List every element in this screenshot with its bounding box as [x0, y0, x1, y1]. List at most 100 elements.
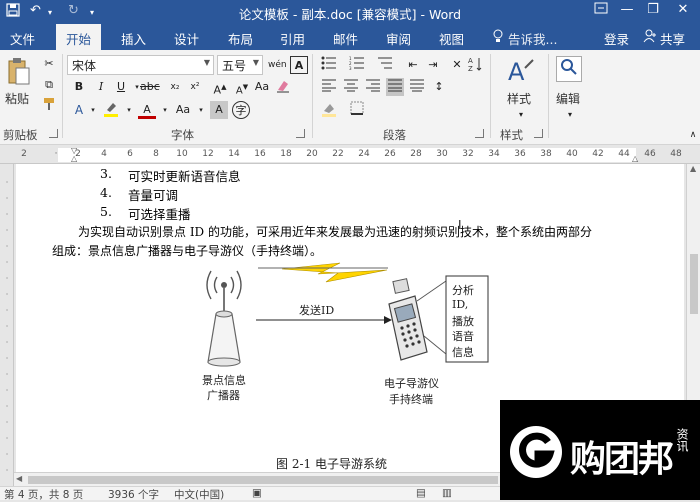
grow-font-icon[interactable]: A▲ — [211, 78, 229, 97]
distributed-icon[interactable] — [408, 78, 426, 96]
macro-icon[interactable]: ▣ — [252, 487, 262, 499]
share-button[interactable]: 共享 — [660, 29, 685, 48]
scroll-thumb[interactable] — [28, 476, 498, 484]
paragraph-launcher-icon[interactable] — [475, 129, 484, 138]
decrease-indent-icon[interactable]: ⇤ — [404, 56, 422, 74]
subscript-icon[interactable]: x₂ — [166, 78, 184, 96]
font-name-combo[interactable]: 宋体 ▼ — [67, 55, 214, 75]
align-right-icon[interactable] — [364, 78, 382, 96]
ribbon-display-icon[interactable] — [588, 2, 614, 22]
horizontal-ruler[interactable]: 2 · 2 4 6 8 10 12 14 16 18 20 22 24 26 2… — [0, 146, 700, 164]
font-color-icon[interactable]: A — [138, 101, 156, 119]
text-effects-dropdown-icon[interactable]: ▾ — [84, 101, 102, 119]
highlight-dropdown-icon[interactable]: ▾ — [120, 101, 138, 119]
group-divider — [548, 54, 549, 138]
ruler-tick: 30 — [436, 149, 448, 159]
right-indent-icon[interactable]: △ — [632, 154, 638, 163]
numbering-icon[interactable]: 123 — [348, 56, 366, 74]
clipboard-group-label: 剪贴板 — [3, 128, 38, 142]
ruler-tick: 32 — [462, 149, 474, 159]
tab-home[interactable]: 开始 — [56, 24, 102, 50]
scroll-up-icon[interactable]: ▲ — [690, 164, 696, 173]
read-mode-icon[interactable]: ▤ — [416, 487, 426, 499]
superscript-icon[interactable]: x² — [186, 78, 204, 96]
cut-icon[interactable]: ✂ — [40, 55, 58, 73]
tab-file[interactable]: 文件 — [10, 29, 35, 48]
ruler-tick: 8 — [153, 149, 159, 159]
styles-group-label: 样式 — [500, 128, 523, 142]
minimize-icon[interactable]: — — [614, 2, 640, 22]
line-spacing-icon[interactable]: ↕ — [430, 78, 448, 96]
sort-icon[interactable]: AZ — [466, 56, 484, 74]
styles-dropdown-icon[interactable]: ▾ — [512, 106, 530, 124]
character-border-icon[interactable]: A — [290, 56, 308, 74]
strikethrough-icon[interactable]: abc — [140, 78, 160, 96]
note-line: 语音 — [452, 330, 474, 343]
styles-button[interactable]: 样式 — [507, 90, 531, 107]
copy-icon[interactable]: ⧉ — [40, 76, 58, 94]
vertical-ruler[interactable]: · · · · · · · · · · · · · · · · · · · — [0, 164, 14, 486]
antenna-signal-icon — [206, 270, 242, 314]
styles-icon[interactable]: A — [505, 56, 535, 86]
italic-button[interactable]: I — [92, 78, 110, 96]
collapse-ribbon-icon[interactable]: ∧ — [684, 126, 700, 144]
change-case-icon[interactable]: Aa — [253, 78, 271, 96]
print-layout-icon[interactable]: ▥ — [442, 487, 452, 499]
align-center-icon[interactable] — [342, 78, 360, 96]
lightbulb-icon — [492, 29, 504, 46]
editing-dropdown-icon[interactable]: ▾ — [561, 106, 579, 124]
sign-in-link[interactable]: 登录 — [604, 29, 629, 48]
close-icon[interactable]: ✕ — [670, 2, 696, 22]
shading-icon[interactable] — [320, 101, 338, 119]
ruler-tick: 24 — [358, 149, 370, 159]
bold-button[interactable]: B — [70, 78, 88, 96]
multilevel-list-icon[interactable] — [376, 56, 394, 74]
clipboard-launcher-icon[interactable] — [49, 129, 58, 138]
align-left-icon[interactable] — [320, 78, 338, 96]
change-case-icon[interactable]: Aa — [174, 101, 192, 119]
tab-view[interactable]: 视图 — [439, 29, 464, 48]
font-color-dropdown-icon[interactable]: ▾ — [156, 101, 174, 119]
paste-icon[interactable] — [6, 56, 32, 86]
enclose-character-icon[interactable]: 字 — [232, 101, 250, 119]
note-line: 播放 — [452, 315, 474, 328]
format-painter-icon[interactable] — [40, 97, 58, 115]
scroll-left-icon[interactable]: ◀ — [16, 474, 22, 483]
tab-review[interactable]: 审阅 — [386, 29, 411, 48]
tab-references[interactable]: 引用 — [280, 29, 305, 48]
font-launcher-icon[interactable] — [296, 129, 305, 138]
increase-indent-icon[interactable]: ⇥ — [424, 56, 442, 74]
font-size-combo[interactable]: 五号 ▼ — [217, 55, 263, 75]
shrink-font-icon[interactable]: A▼ — [233, 78, 251, 96]
ruler-tick: 38 — [540, 149, 552, 159]
share-icon[interactable] — [643, 29, 657, 46]
character-shading-icon[interactable]: A — [210, 101, 228, 119]
justify-icon[interactable] — [386, 78, 404, 96]
restore-icon[interactable]: ❐ — [640, 2, 666, 22]
editing-button[interactable]: 编辑 — [556, 90, 580, 107]
paste-button[interactable]: 粘贴 — [5, 90, 29, 107]
phonetic-guide-icon[interactable]: wén — [268, 56, 287, 74]
scroll-thumb[interactable] — [690, 254, 698, 314]
tab-mailings[interactable]: 邮件 — [333, 29, 358, 48]
styles-launcher-icon[interactable] — [534, 129, 543, 138]
tab-design[interactable]: 设计 — [174, 29, 199, 48]
tab-insert[interactable]: 插入 — [121, 29, 146, 48]
find-icon[interactable] — [556, 56, 582, 82]
device-label: 手持终端 — [389, 393, 433, 406]
note-line: ID, — [452, 298, 469, 311]
change-case-dropdown-icon[interactable]: ▾ — [192, 101, 210, 119]
ruler-tick: 6 — [127, 149, 133, 159]
bullets-icon[interactable] — [320, 56, 338, 74]
asian-layout-icon[interactable]: ✕ — [448, 56, 466, 74]
highlight-icon[interactable] — [102, 101, 120, 119]
note-line: 分析 — [452, 284, 474, 297]
hanging-indent-icon[interactable]: △ — [71, 154, 77, 163]
clear-formatting-icon[interactable] — [274, 78, 292, 96]
tab-layout[interactable]: 布局 — [228, 29, 253, 48]
ruler-tick: 44 — [618, 149, 630, 159]
svg-text:A: A — [468, 57, 473, 65]
borders-icon[interactable] — [348, 101, 366, 119]
ruler-tick: 34 — [488, 149, 500, 159]
tell-me-input[interactable]: 告诉我... — [508, 29, 557, 48]
